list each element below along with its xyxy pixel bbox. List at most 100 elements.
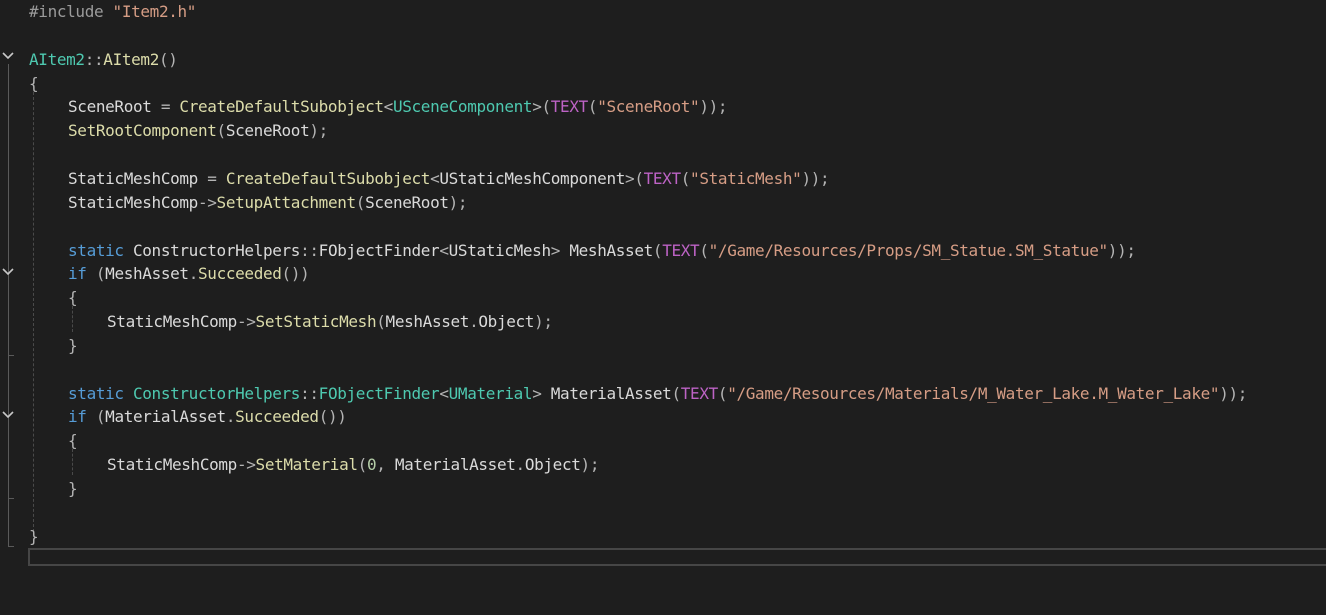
code-token: >( xyxy=(625,168,644,188)
code-token: UStaticMeshComponent xyxy=(439,168,626,188)
code-token: ( xyxy=(355,192,366,212)
code-token: TEXT xyxy=(550,97,588,117)
code-token: ( xyxy=(587,97,598,117)
fold-region-end xyxy=(8,546,14,547)
code-token: "SceneRoot" xyxy=(597,97,700,117)
indent-guide xyxy=(33,92,34,532)
code-token: 0 xyxy=(366,455,377,475)
chevron-down-icon[interactable] xyxy=(2,267,14,277)
current-line-highlight xyxy=(28,548,1326,566)
code-token: -> xyxy=(236,312,256,332)
code-token: { xyxy=(68,431,78,451)
code-line[interactable]: } xyxy=(68,334,78,358)
code-line[interactable]: SceneRoot = CreateDefaultSubobject<UScen… xyxy=(68,95,728,119)
code-line[interactable]: { xyxy=(29,72,39,96)
code-token: )); xyxy=(801,168,830,188)
code-token: ( xyxy=(652,240,663,260)
code-token: ( xyxy=(95,264,106,284)
code-token: . xyxy=(515,455,526,475)
code-token: FObjectFinder xyxy=(318,383,440,403)
code-token: static xyxy=(68,240,133,260)
code-token: = xyxy=(197,168,226,188)
code-line[interactable]: { xyxy=(68,286,78,310)
code-token: Object xyxy=(524,455,581,475)
code-token: ( xyxy=(680,168,691,188)
code-token: = xyxy=(151,97,180,117)
code-token: StaticMeshComp xyxy=(107,312,237,332)
code-token: AItem2 xyxy=(29,49,85,69)
code-token: Succeeded xyxy=(198,264,282,284)
code-token: StaticMeshComp xyxy=(68,168,198,188)
code-token: UStaticMesh xyxy=(448,240,551,260)
code-line[interactable]: StaticMeshComp = CreateDefaultSubobject<… xyxy=(68,167,830,191)
code-token: StaticMeshComp xyxy=(68,192,198,212)
code-token: . xyxy=(225,407,236,427)
code-token: StaticMeshComp xyxy=(107,455,237,475)
code-token: :: xyxy=(300,240,319,260)
code-token: SceneRoot xyxy=(225,121,310,141)
code-token: SetMaterial xyxy=(255,455,358,475)
code-token: < xyxy=(430,168,440,188)
code-area[interactable]: #include "Item2.h" AItem2::AItem2(){Scene… xyxy=(29,0,1326,615)
code-token: ( xyxy=(357,455,368,475)
code-line[interactable]: } xyxy=(68,477,78,501)
code-line[interactable]: static ConstructorHelpers::FObjectFinder… xyxy=(68,239,1136,263)
code-token: ); xyxy=(309,121,328,141)
code-token: SetupAttachment xyxy=(216,192,357,212)
code-token: FObjectFinder xyxy=(318,240,440,260)
code-token: ( xyxy=(95,407,106,427)
code-token: ( xyxy=(717,383,728,403)
code-token: < xyxy=(383,97,394,117)
code-token: if xyxy=(68,264,96,284)
fold-region-end xyxy=(8,498,14,499)
code-token: CreateDefaultSubobject xyxy=(179,97,384,117)
code-token: TEXT xyxy=(662,240,700,260)
code-token: MeshAsset xyxy=(569,240,653,260)
code-token: ); xyxy=(448,192,468,212)
code-token: () xyxy=(158,49,178,69)
code-token: ConstructorHelpers xyxy=(132,240,301,260)
code-token: CreateDefaultSubobject xyxy=(225,168,431,188)
code-token: < xyxy=(439,383,449,403)
code-line[interactable]: } xyxy=(29,525,39,549)
code-token: } xyxy=(68,479,78,498)
code-token: { xyxy=(68,288,78,308)
code-token: >( xyxy=(532,97,551,117)
code-line[interactable]: SetRootComponent(SceneRoot); xyxy=(68,119,328,143)
fold-gutter xyxy=(0,0,22,615)
code-token: SetRootComponent xyxy=(68,121,217,141)
code-token: TEXT xyxy=(643,168,681,188)
code-line[interactable]: if (MeshAsset.Succeeded()) xyxy=(68,262,310,286)
code-token: ( xyxy=(671,383,681,403)
code-token: -> xyxy=(197,192,217,212)
code-line[interactable]: { xyxy=(68,429,78,453)
fold-region-end xyxy=(8,355,14,356)
chevron-down-icon[interactable] xyxy=(2,410,14,420)
code-token: MaterialAsset xyxy=(105,407,226,427)
code-token: )); xyxy=(699,97,728,117)
code-token: ( xyxy=(699,240,709,260)
code-line[interactable]: #include "Item2.h" xyxy=(29,0,196,24)
code-token: :: xyxy=(84,49,104,69)
fold-region-line xyxy=(8,64,9,546)
chevron-down-icon[interactable] xyxy=(2,51,14,61)
code-token: ()) xyxy=(281,264,310,284)
code-token: AItem2 xyxy=(103,49,159,69)
code-token: SetStaticMesh xyxy=(255,312,377,332)
code-token: ( xyxy=(376,312,386,332)
code-line[interactable]: StaticMeshComp->SetStaticMesh(MeshAsset.… xyxy=(107,310,553,334)
code-token: )); xyxy=(1219,383,1248,403)
code-line[interactable]: StaticMeshComp->SetupAttachment(SceneRoo… xyxy=(68,191,468,215)
code-token: ( xyxy=(216,121,227,141)
code-token: ConstructorHelpers xyxy=(132,383,301,403)
code-line[interactable]: if (MaterialAsset.Succeeded()) xyxy=(68,405,347,429)
code-token: MeshAsset xyxy=(105,264,189,284)
code-token: if xyxy=(68,407,96,427)
code-line[interactable]: StaticMeshComp->SetMaterial(0, MaterialA… xyxy=(107,453,599,477)
code-line[interactable]: AItem2::AItem2() xyxy=(29,48,178,72)
code-token: UMaterial xyxy=(448,383,533,403)
code-token: MaterialAsset xyxy=(550,383,672,403)
code-line[interactable]: static ConstructorHelpers::FObjectFinder… xyxy=(68,382,1247,406)
code-token: MeshAsset xyxy=(385,312,470,332)
code-editor[interactable]: #include "Item2.h" AItem2::AItem2(){Scene… xyxy=(0,0,1326,615)
